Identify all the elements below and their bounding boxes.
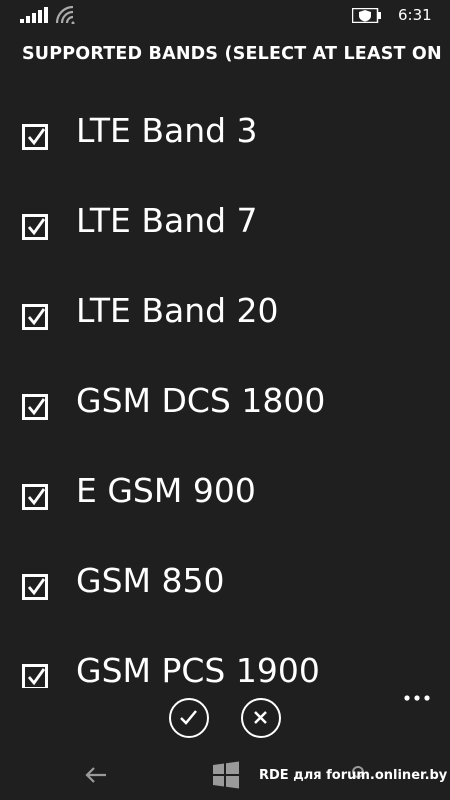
checkbox[interactable] (22, 484, 48, 510)
band-label: LTE Band 7 (76, 201, 258, 240)
list-item[interactable]: LTE Band 7 (0, 178, 450, 268)
status-bar: 6:31 (0, 0, 450, 32)
cancel-icon (254, 711, 267, 724)
list-item[interactable]: GSM PCS 1900 (0, 628, 450, 688)
checkbox[interactable] (22, 394, 48, 420)
band-label: GSM PCS 1900 (76, 651, 320, 688)
checkmark-icon (27, 668, 46, 686)
cancel-button[interactable] (241, 698, 281, 738)
windows-start-icon[interactable] (212, 761, 240, 789)
band-label: GSM 850 (76, 561, 225, 600)
band-label: GSM DCS 1800 (76, 381, 326, 420)
checkbox[interactable] (22, 304, 48, 330)
band-list: LTE Band 3 LTE Band 7 LTE Band 20 GSM DC… (0, 88, 450, 688)
list-item[interactable]: LTE Band 20 (0, 268, 450, 358)
signal-strength-icon (20, 7, 48, 23)
wifi-icon (56, 6, 75, 24)
checkbox[interactable] (22, 574, 48, 600)
checkbox[interactable] (22, 214, 48, 240)
band-label: LTE Band 3 (76, 111, 258, 150)
clock: 6:31 (398, 6, 432, 24)
battery-saver-icon (352, 8, 381, 23)
back-icon[interactable] (84, 765, 108, 785)
list-item[interactable]: GSM DCS 1800 (0, 358, 450, 448)
checkmark-icon (27, 308, 46, 326)
app-bar (0, 688, 450, 753)
band-label: LTE Band 20 (76, 291, 279, 330)
checkmark-icon (27, 218, 46, 236)
checkmark-icon (27, 128, 46, 146)
band-label: E GSM 900 (76, 471, 256, 510)
checkmark-icon (27, 488, 46, 506)
accept-icon (180, 710, 197, 725)
ellipsis-icon[interactable] (404, 694, 430, 702)
page-title: SUPPORTED BANDS (SELECT AT LEAST ONE (22, 44, 442, 64)
watermark: RDE для forum.onliner.by (259, 768, 448, 783)
checkbox[interactable] (22, 124, 48, 150)
list-item[interactable]: GSM 850 (0, 538, 450, 628)
list-item[interactable]: E GSM 900 (0, 448, 450, 538)
list-item[interactable]: LTE Band 3 (0, 88, 450, 178)
accept-button[interactable] (169, 698, 209, 738)
checkmark-icon (27, 398, 46, 416)
checkbox[interactable] (22, 664, 48, 688)
checkmark-icon (27, 578, 46, 596)
navigation-bar: RDE для forum.onliner.by (0, 753, 450, 800)
